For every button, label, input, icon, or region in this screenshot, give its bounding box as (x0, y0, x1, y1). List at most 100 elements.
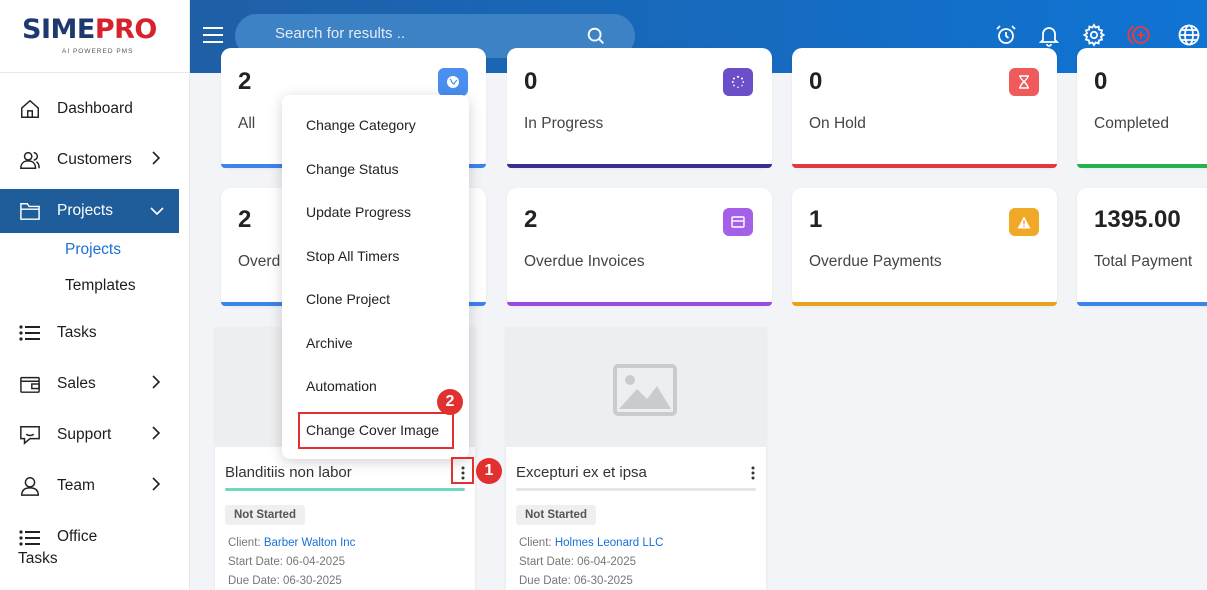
sidebar-item-label: Office (57, 528, 98, 545)
sidebar-item-label: Sales (57, 375, 96, 392)
globe-icon (438, 68, 468, 96)
menu-item-change-category[interactable]: Change Category (306, 117, 416, 133)
sidebar-item-tasks[interactable]: Tasks (0, 311, 179, 355)
project-name[interactable]: Excepturi ex et ipsa (516, 464, 647, 481)
chevron-right-icon (150, 426, 162, 445)
menu-item-clone-project[interactable]: Clone Project (306, 291, 390, 307)
project-card[interactable]: Excepturi ex et ipsa Not Started Client:… (506, 327, 766, 590)
bell-icon[interactable] (1036, 22, 1062, 48)
stat-label: Overdue Invoices (524, 253, 645, 270)
chevron-down-icon (150, 203, 164, 221)
chat-icon (18, 423, 42, 447)
wallet-icon (18, 372, 42, 396)
stat-card-total-payment[interactable]: 1395.00 Total Payment (1077, 188, 1207, 306)
sidebar: SIMEPRO AI POWERED PMS Dashboard Custome… (0, 0, 190, 590)
stat-value: 0 (524, 68, 538, 95)
sidebar-item-label: Support (57, 426, 112, 443)
home-icon (18, 97, 42, 121)
alarm-icon[interactable] (993, 22, 1019, 48)
kebab-icon[interactable] (744, 463, 762, 483)
highlight-box-kebab (451, 457, 474, 484)
logo-text-pro: PRO (94, 14, 158, 45)
stat-value: 2 (238, 68, 252, 95)
stat-value: 2 (238, 206, 252, 233)
stat-bar (1077, 164, 1207, 168)
sidebar-item-label: Projects (57, 202, 113, 219)
sidebar-item-label: Dashboard (57, 100, 133, 117)
user-icon (18, 474, 42, 498)
sidebar-item-dashboard[interactable]: Dashboard (0, 87, 179, 131)
sidebar-item-customers[interactable]: Customers (0, 138, 179, 182)
stat-bar (507, 302, 772, 306)
stat-bar (792, 164, 1057, 168)
stat-card-on-hold[interactable]: 0 On Hold (792, 48, 1057, 168)
warning-icon (1009, 208, 1039, 236)
stat-label: All (238, 115, 256, 132)
client-link[interactable]: Holmes Leonard LLC (555, 537, 664, 549)
menu-item-update-progress[interactable]: Update Progress (306, 204, 411, 220)
menu-item-change-status[interactable]: Change Status (306, 161, 399, 177)
stat-card-overdue-invoices[interactable]: 2 Overdue Invoices (507, 188, 772, 306)
logo-tagline: AI POWERED PMS (62, 48, 134, 55)
project-progress-bar (516, 488, 756, 491)
project-name[interactable]: Blanditiis non labor (225, 464, 352, 481)
stat-card-in-progress[interactable]: 0 In Progress (507, 48, 772, 168)
add-circle-icon[interactable] (1127, 22, 1153, 48)
hourglass-icon (1009, 68, 1039, 96)
stat-label: Overdue Payments (809, 253, 942, 270)
sidebar-item-team[interactable]: Team (0, 464, 179, 508)
project-start-date: Start Date: 06-04-2025 (519, 556, 636, 568)
client-link[interactable]: Barber Walton Inc (264, 537, 356, 549)
step-badge-1: 1 (476, 458, 502, 484)
status-badge: Not Started (225, 505, 305, 525)
chevron-right-icon (150, 375, 162, 394)
project-cover (506, 327, 766, 447)
list-icon (19, 529, 41, 552)
sidebar-item-support[interactable]: Support (0, 413, 179, 457)
stat-value: 2 (524, 206, 538, 233)
stat-value: 0 (1094, 68, 1108, 95)
stat-label: Total Payment (1094, 253, 1193, 270)
sidebar-item-projects[interactable]: Projects (0, 189, 179, 233)
stat-value: 1395.00 (1094, 206, 1181, 233)
sidebar-item-label-line2: Tasks (18, 550, 58, 567)
stat-label: Overd (238, 253, 281, 270)
project-start-date: Start Date: 06-04-2025 (228, 556, 345, 568)
search-input[interactable] (275, 25, 535, 42)
list-icon (18, 321, 42, 345)
logo-text-sime: SIME (22, 14, 95, 45)
stat-card-completed[interactable]: 0 Completed (1077, 48, 1207, 168)
project-due-date: Due Date: 06-30-2025 (228, 575, 342, 587)
sidebar-item-label: Team (57, 477, 95, 494)
stat-label: Completed (1094, 115, 1169, 132)
menu-item-archive[interactable]: Archive (306, 335, 353, 351)
project-due-date: Due Date: 06-30-2025 (519, 575, 633, 587)
stat-value: 1 (809, 206, 823, 233)
gear-icon[interactable] (1081, 22, 1107, 48)
stat-bar (792, 302, 1057, 306)
sidebar-item-label: Customers (57, 151, 132, 168)
folder-icon (18, 199, 42, 223)
sidebar-subitem-templates[interactable]: Templates (65, 277, 136, 295)
stat-bar (1077, 302, 1207, 306)
menu-item-stop-all-timers[interactable]: Stop All Timers (306, 248, 399, 264)
chevron-right-icon (150, 477, 162, 496)
logo[interactable]: SIMEPRO AI POWERED PMS (0, 0, 189, 73)
sidebar-subitem-projects[interactable]: Projects (65, 241, 121, 259)
sidebar-item-label: Tasks (57, 324, 97, 341)
menu-item-automation[interactable]: Automation (306, 378, 377, 394)
sidebar-item-office-tasks[interactable]: Office Tasks (0, 526, 179, 572)
image-placeholder-icon (613, 364, 677, 421)
stat-label: On Hold (809, 115, 866, 132)
stat-value: 0 (809, 68, 823, 95)
hamburger-icon[interactable] (202, 26, 224, 49)
highlight-box-change-cover-image (298, 412, 454, 449)
chevron-right-icon (150, 151, 162, 170)
sidebar-item-sales[interactable]: Sales (0, 362, 179, 406)
project-progress-bar (225, 488, 465, 491)
project-client: Client: Barber Walton Inc (228, 537, 356, 549)
credit-card-icon (723, 208, 753, 236)
spinner-icon (723, 68, 753, 96)
globe-icon[interactable] (1176, 22, 1202, 48)
stat-card-overdue-payments[interactable]: 1 Overdue Payments (792, 188, 1057, 306)
